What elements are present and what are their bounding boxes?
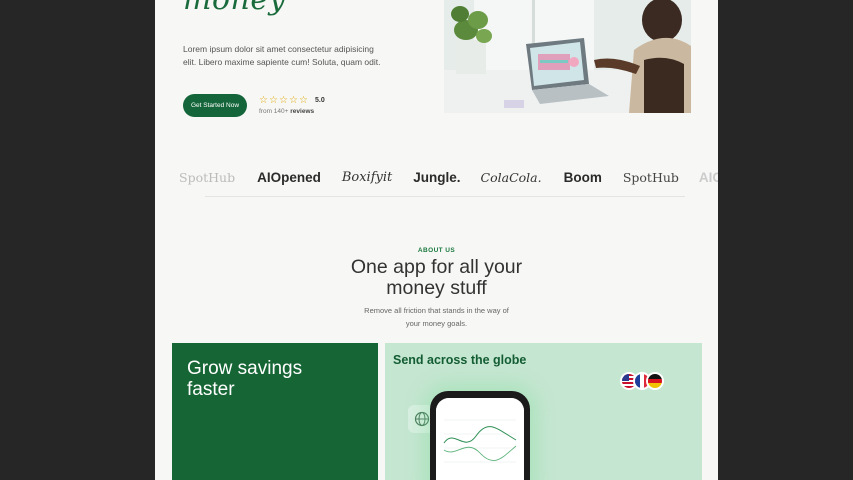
about-headline: One app for all your money stuff: [155, 257, 718, 299]
phone-screen: [436, 398, 524, 480]
flags-group: [620, 372, 664, 390]
star-icon: ☆: [279, 95, 288, 106]
grow-savings-card: Grow savings faster: [172, 343, 378, 480]
reviews-count: from 140+ reviews: [259, 108, 314, 115]
logo-boxifyit: Boxifyit: [341, 169, 393, 185]
about-headline-line-2: money stuff: [386, 277, 487, 299]
hero-photo-illustration: [444, 0, 691, 113]
phone-mockup: [430, 391, 530, 480]
hero-description: Lorem ipsum dolor sit amet consectetur a…: [183, 44, 381, 67]
grow-savings-title-line-2: faster: [187, 379, 235, 400]
get-started-button[interactable]: Get Started Now: [183, 94, 247, 117]
logo-boom: Boom: [563, 169, 602, 185]
reviews-suffix: reviews: [290, 108, 315, 115]
rating-stars: ☆ ☆ ☆ ☆ ☆: [259, 95, 308, 106]
star-icon: ☆: [259, 95, 268, 106]
about-subline-line-2: your money goals.: [405, 318, 468, 328]
grow-savings-title-line-1: Grow savings: [187, 358, 303, 379]
logo-spothub-repeat: SpotHub: [622, 169, 679, 185]
logo-aiopened-repeat: AIOpened: [698, 169, 718, 185]
landing-page: money Lorem ipsum dolor sit amet consect…: [155, 0, 718, 480]
about-subline-line-1: Remove all friction that stands in the w…: [364, 306, 509, 315]
phone-chart-graphic: [436, 398, 524, 480]
grow-savings-title: Grow savings faster: [187, 358, 302, 400]
star-icon: ☆: [269, 95, 278, 106]
about-subline: Remove all friction that stands in the w…: [155, 305, 718, 330]
logo-spothub: SpotHub: [179, 169, 236, 185]
rating-value: 5.0: [315, 97, 325, 104]
star-icon: ☆: [289, 95, 298, 106]
germany-flag-icon: [646, 372, 664, 390]
send-globe-card: Send across the globe: [385, 343, 702, 480]
partner-logos-strip: SpotHub AIOpened Boxifyit Jungle. ColaCo…: [177, 166, 718, 188]
hero-headline-word: money: [183, 0, 286, 17]
logo-aiopened: AIOpened: [257, 169, 321, 185]
reviews-prefix: from 140+: [259, 108, 291, 115]
logo-colacola: ColaCola.: [480, 169, 542, 185]
star-icon: ☆: [299, 95, 308, 106]
logo-jungle: Jungle.: [413, 169, 461, 185]
section-divider: [205, 196, 685, 197]
hero-photo: [444, 0, 691, 113]
about-headline-line-1: One app for all your: [350, 256, 523, 278]
send-globe-title: Send across the globe: [393, 353, 527, 367]
about-eyebrow: ABOUT US: [417, 247, 456, 254]
